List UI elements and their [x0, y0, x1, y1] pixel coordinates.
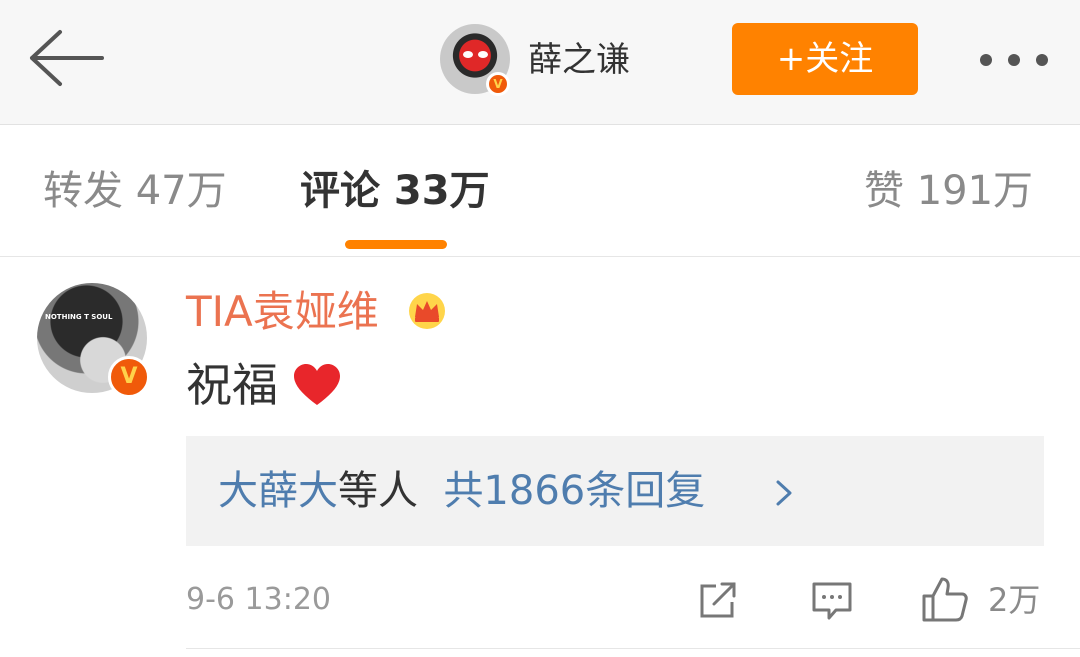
avatar-text: NOTHING T SOUL [45, 313, 113, 321]
comment-time: 9-6 13:20 [186, 582, 331, 617]
comment-author[interactable]: TIA袁娅维 [186, 284, 379, 340]
crown-icon[interactable] [406, 290, 448, 332]
verified-badge: V [108, 356, 150, 398]
back-arrow-icon[interactable] [24, 26, 108, 90]
chevron-right-icon [776, 480, 792, 506]
divider [186, 648, 1080, 649]
more-icon[interactable] [976, 50, 1052, 70]
reply-middle: 等人 [338, 468, 418, 514]
avatar-eye [463, 51, 473, 58]
reply-users[interactable]: 大薛大 [218, 468, 338, 514]
like-button[interactable]: 2万 [920, 574, 1050, 626]
share-icon[interactable] [696, 578, 740, 622]
active-tab-indicator [345, 240, 447, 249]
comment-icon[interactable] [810, 578, 854, 622]
tab-likes[interactable]: 赞 191万 [864, 164, 1033, 218]
top-bar: V 薛之谦 +关注 [0, 0, 1080, 125]
comment-item: NOTHING T SOUL V TIA袁娅维 祝福 大薛大等人 共1866条回… [0, 256, 1080, 657]
avatar-eye [478, 51, 488, 58]
like-icon [922, 577, 968, 622]
comment-text: 祝福 [186, 358, 278, 412]
tab-repost[interactable]: 转发 47万 [43, 164, 227, 218]
replies-preview[interactable]: 大薛大等人 共1866条回复 [186, 436, 1044, 546]
like-count: 2万 [988, 581, 1041, 619]
heart-icon [294, 364, 340, 405]
follow-button[interactable]: +关注 [732, 23, 918, 95]
tab-bar: 转发 47万 评论 33万 赞 191万 [0, 124, 1080, 257]
reply-count[interactable]: 共1866条回复 [443, 468, 705, 514]
user-name[interactable]: 薛之谦 [528, 38, 630, 82]
replies-summary: 大薛大等人 共1866条回复 [218, 464, 705, 518]
tab-comments[interactable]: 评论 33万 [300, 164, 490, 218]
verified-badge: V [486, 72, 510, 96]
